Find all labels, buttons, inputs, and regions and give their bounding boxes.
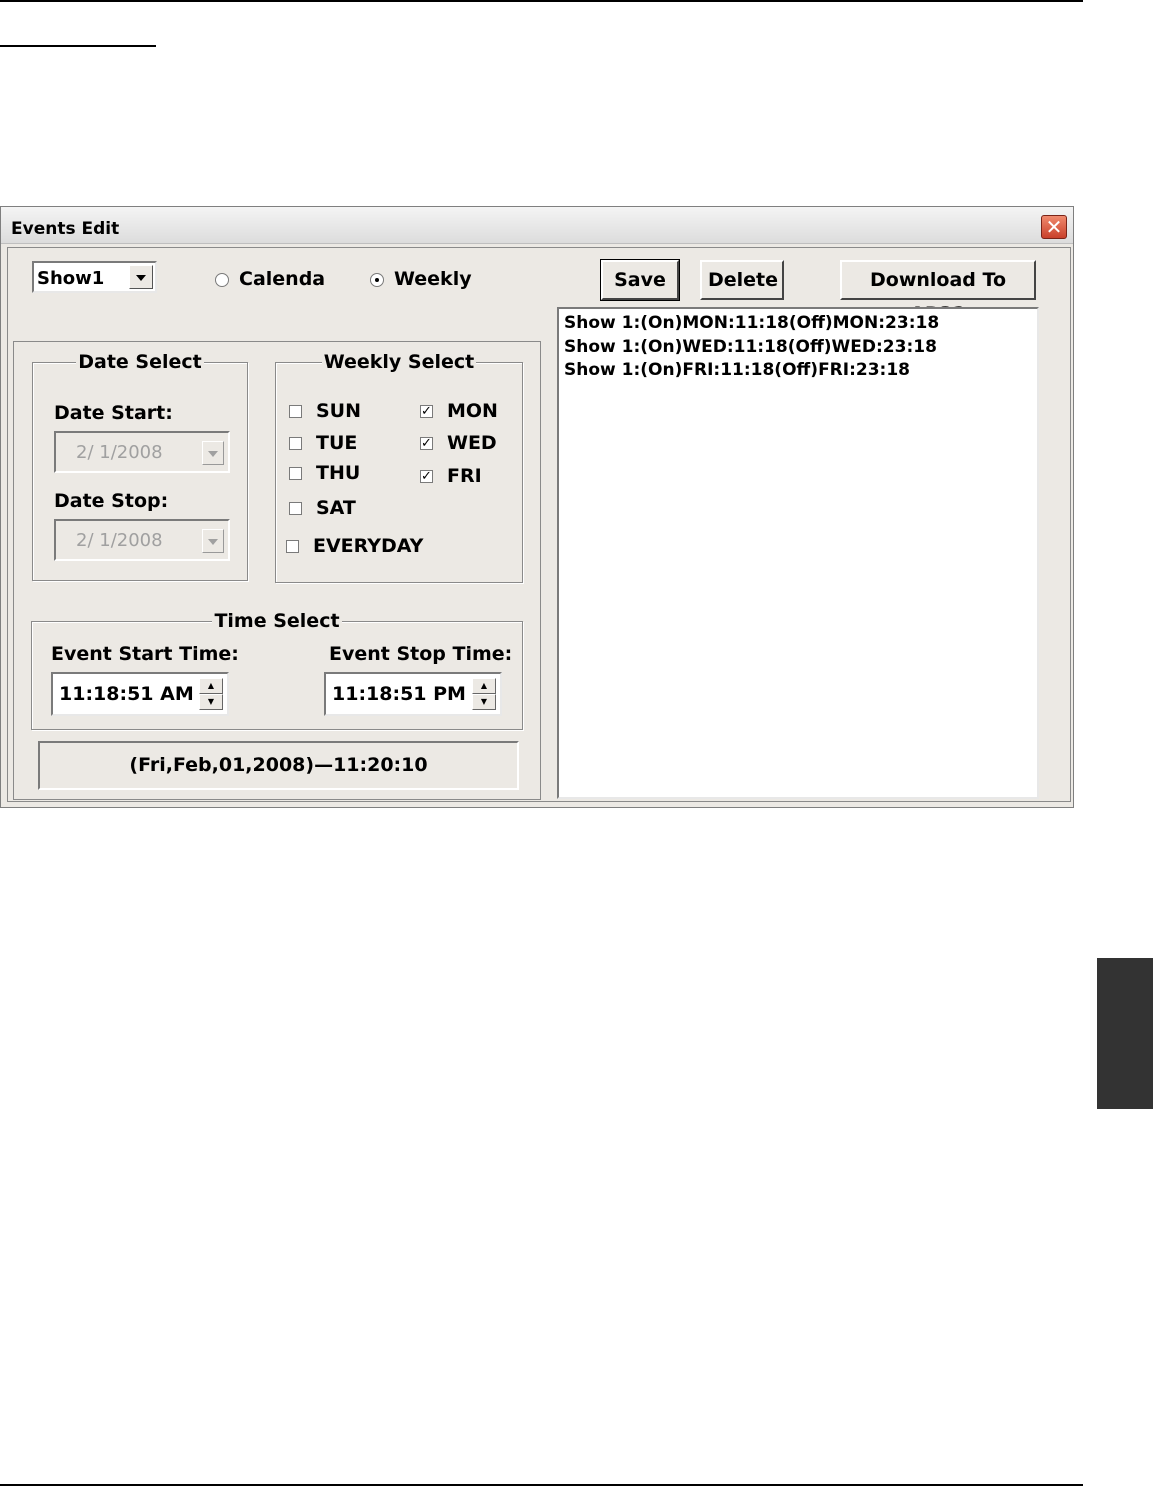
checkbox-tue[interactable]: TUE (289, 432, 357, 454)
radio-weekly[interactable]: Weekly (370, 268, 472, 290)
event-start-time-spinner[interactable]: ▲ ▼ (199, 678, 223, 710)
event-stop-time-label: Event Stop Time: (329, 643, 513, 665)
current-datetime-status: (Fri,Feb,01,2008)—11:20:10 (38, 741, 519, 790)
chevron-down-icon (208, 451, 218, 457)
window-title: Events Edit (11, 219, 120, 239)
checkbox-mon[interactable]: ✓ MON (420, 400, 498, 422)
spin-up-icon[interactable]: ▲ (199, 678, 223, 694)
radio-weekly-indicator[interactable] (370, 272, 384, 287)
checkbox-fri-box[interactable]: ✓ (420, 470, 433, 483)
event-stop-time-field[interactable]: 11:18:51 PM ▲ ▼ (324, 672, 502, 716)
close-icon: ✕ (1045, 215, 1063, 239)
checkbox-mon-label: MON (447, 400, 498, 422)
date-start-value: 2/ 1/2008 (76, 442, 163, 463)
radio-calenda-indicator[interactable] (215, 272, 229, 287)
save-button[interactable]: Save (600, 259, 680, 301)
checkbox-everyday-box[interactable] (286, 540, 299, 553)
checkbox-thu-box[interactable] (289, 467, 302, 480)
delete-button[interactable]: Delete (700, 260, 784, 300)
chevron-down-icon (136, 275, 146, 281)
weekly-select-title: Weekly Select (321, 351, 477, 373)
date-stop-value: 2/ 1/2008 (76, 530, 163, 551)
show-select[interactable]: Show1 (32, 261, 157, 293)
checkbox-mon-box[interactable]: ✓ (420, 405, 433, 418)
checkbox-thu-label: THU (316, 462, 361, 484)
page-side-tab (1097, 958, 1153, 1109)
checkbox-sat-label: SAT (316, 497, 356, 519)
checkbox-sun-box[interactable] (289, 405, 302, 418)
checkbox-sun[interactable]: SUN (289, 400, 361, 422)
list-item[interactable]: Show 1:(On)WED:11:18(Off)WED:23:18 (564, 336, 1032, 360)
show-select-dropdown-button[interactable] (129, 265, 153, 289)
checkbox-sun-label: SUN (316, 400, 362, 422)
checkbox-everyday-label: EVERYDAY (313, 535, 424, 557)
checkbox-sat-box[interactable] (289, 502, 302, 515)
date-stop-label: Date Stop: (54, 490, 169, 512)
date-start-dropdown-button[interactable] (202, 441, 224, 465)
event-stop-time-spinner[interactable]: ▲ ▼ (472, 678, 496, 710)
checkbox-tue-label: TUE (316, 432, 358, 454)
close-button[interactable]: ✕ (1041, 215, 1067, 239)
date-select-title: Date Select (76, 351, 204, 373)
radio-weekly-label: Weekly (394, 268, 472, 290)
checkbox-wed-box[interactable]: ✓ (420, 437, 433, 450)
event-start-time-value: 11:18:51 AM (59, 683, 194, 705)
download-to-ar32-button[interactable]: Download To AR32 (840, 260, 1036, 325)
checkbox-everyday[interactable]: EVERYDAY (286, 535, 423, 557)
spin-up-icon[interactable]: ▲ (472, 678, 496, 694)
checkbox-wed[interactable]: ✓ WED (420, 432, 497, 454)
list-item[interactable]: Show 1:(On)FRI:11:18(Off)FRI:23:18 (564, 359, 1032, 383)
date-stop-dropdown-button[interactable] (202, 529, 224, 553)
checkbox-fri-label: FRI (447, 465, 482, 487)
checkbox-fri[interactable]: ✓ FRI (420, 465, 482, 487)
event-start-time-label: Event Start Time: (51, 643, 239, 665)
page-section-rule (0, 45, 156, 47)
checkbox-thu[interactable]: THU (289, 462, 360, 484)
spin-down-icon[interactable]: ▼ (199, 694, 223, 710)
radio-calenda-label: Calenda (239, 268, 326, 290)
events-list[interactable]: Show 1:(On)MON:11:18(Off)MON:23:18 Show … (557, 307, 1039, 799)
date-start-label: Date Start: (54, 402, 173, 424)
time-select-title: Time Select (212, 610, 342, 632)
event-start-time-field[interactable]: 11:18:51 AM ▲ ▼ (51, 672, 229, 716)
radio-calenda[interactable]: Calenda (215, 268, 325, 290)
show-select-value: Show1 (37, 268, 105, 289)
checkbox-wed-label: WED (447, 432, 497, 454)
date-start-picker[interactable]: 2/ 1/2008 (54, 431, 230, 473)
checkbox-tue-box[interactable] (289, 437, 302, 450)
date-stop-picker[interactable]: 2/ 1/2008 (54, 519, 230, 561)
spin-down-icon[interactable]: ▼ (472, 694, 496, 710)
page-bottom-rule (0, 1484, 1083, 1486)
checkbox-sat[interactable]: SAT (289, 497, 356, 519)
page-top-rule (0, 0, 1083, 2)
title-bar: Events Edit ✕ (1, 207, 1073, 244)
chevron-down-icon (208, 539, 218, 545)
list-item[interactable]: Show 1:(On)MON:11:18(Off)MON:23:18 (564, 312, 1032, 336)
event-stop-time-value: 11:18:51 PM (332, 683, 466, 705)
